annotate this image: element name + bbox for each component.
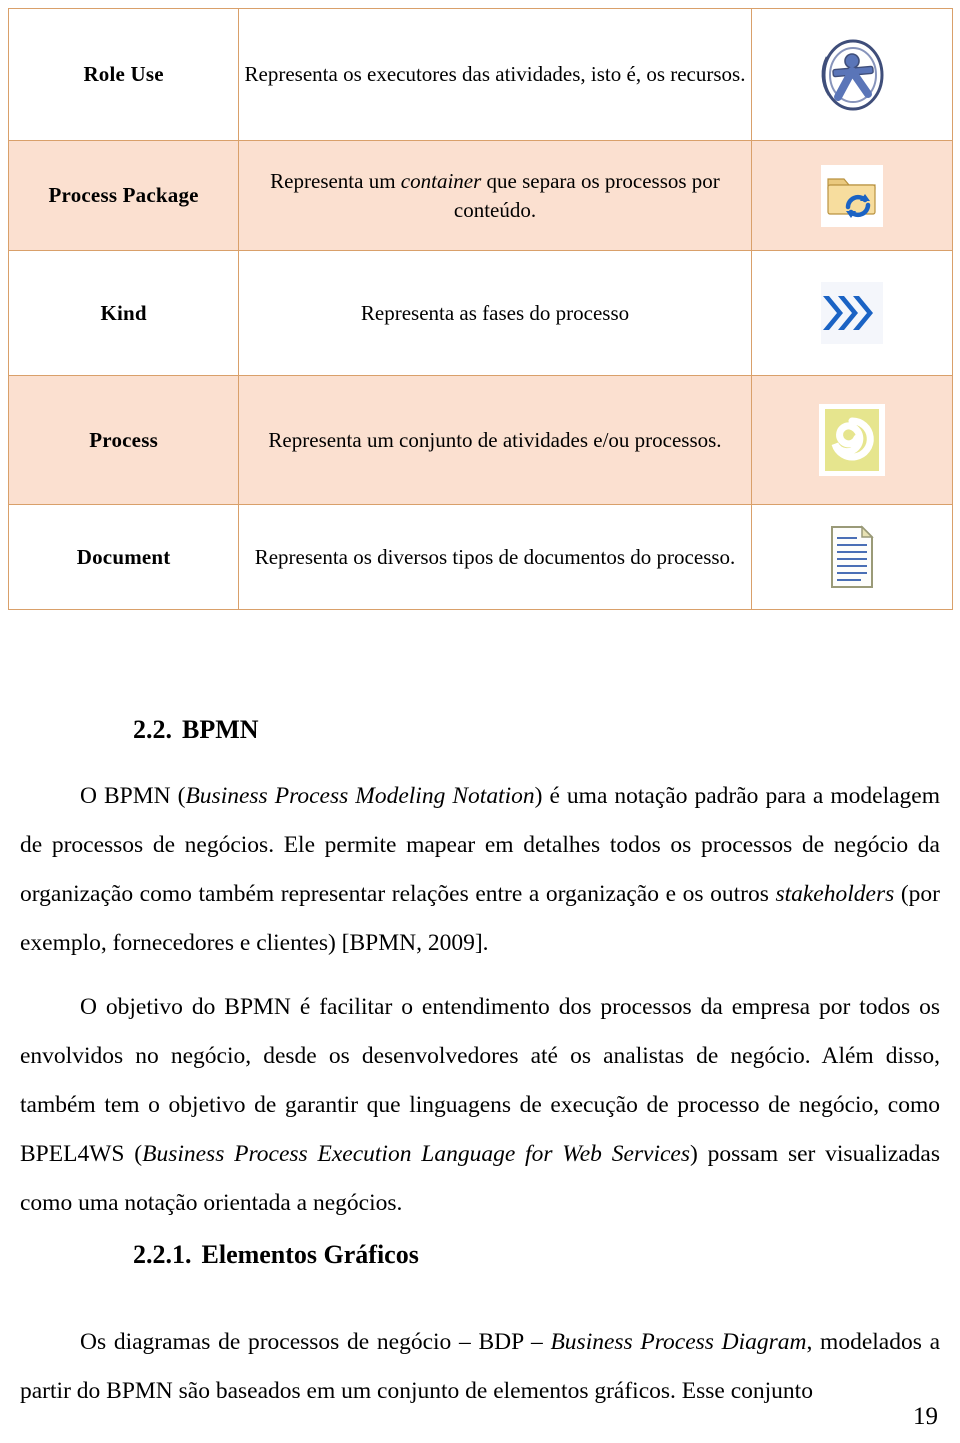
paragraph-elementos-graficos: Os diagramas de processos de negócio – B… [20, 1329, 940, 1404]
element-icon-cell [750, 140, 954, 251]
section-heading-bpmn: 2.2. BPMN [133, 715, 259, 745]
table-row: Process Representa um conjunto de ativid… [7, 375, 954, 505]
element-name-label: Kind [100, 300, 147, 325]
element-description-cell: Representa um container que separa os pr… [238, 140, 752, 251]
element-name-label: Role Use [83, 62, 164, 86]
element-icon-cell [750, 504, 954, 610]
element-icon-cell [750, 250, 954, 376]
notation-table-body: Role Use Representa os executores das at… [7, 8, 954, 610]
element-description-text: Representa os executores das atividades,… [244, 62, 746, 87]
element-description-text: Representa os diversos tipos de document… [254, 544, 736, 569]
element-name-cell: Process Package [7, 140, 240, 251]
page-number: 19 [913, 1403, 938, 1430]
element-description-text: Representa um conjunto de atividades e/o… [268, 427, 722, 452]
element-name-label: Process Package [48, 183, 199, 207]
element-description-cell: Representa os executores das atividades,… [238, 8, 752, 141]
element-name-cell: Process [7, 375, 240, 505]
table-row: Kind Representa as fases do processo [7, 250, 954, 376]
table-row: Role Use Representa os executores das at… [7, 8, 954, 141]
section-heading-elementos-graficos: 2.2.1. Elementos Gráficos [133, 1240, 419, 1270]
table-row: Document Representa os diversos tipos de… [7, 504, 954, 610]
section-number: 2.2.1. [133, 1240, 192, 1269]
element-description-cell: Representa um conjunto de atividades e/o… [238, 375, 752, 505]
element-icon-cell [750, 8, 954, 141]
paragraph-bpmn-objective: O objetivo do BPMN é facilitar o entendi… [20, 994, 940, 1216]
kind-chevrons-icon [820, 282, 883, 344]
element-name-cell: Role Use [7, 8, 240, 141]
table-row: Process Package Representa um container … [7, 140, 954, 251]
element-description-cell: Representa os diversos tipos de document… [238, 504, 752, 610]
element-icon-cell [750, 375, 954, 505]
role-use-icon [813, 35, 891, 115]
element-name-label: Document [76, 544, 171, 569]
element-name-label: Process [89, 427, 158, 452]
element-description-text: Representa as fases do processo [360, 300, 630, 325]
section-number: 2.2. [133, 715, 172, 744]
document-page-icon [826, 524, 878, 590]
element-name-cell: Kind [7, 250, 240, 376]
paragraph-bpmn-intro: O BPMN (Business Process Modeling Notati… [20, 783, 940, 956]
section-title: BPMN [182, 715, 259, 744]
element-description-cell: Representa as fases do processo [238, 250, 752, 376]
process-spiral-icon [818, 404, 885, 476]
section-title: Elementos Gráficos [201, 1240, 419, 1269]
element-name-cell: Document [7, 504, 240, 610]
process-package-folder-icon [820, 164, 883, 227]
element-description-text: Representa um container que separa os pr… [270, 168, 720, 222]
bpm-notation-table: Role Use Representa os executores das at… [7, 8, 954, 610]
